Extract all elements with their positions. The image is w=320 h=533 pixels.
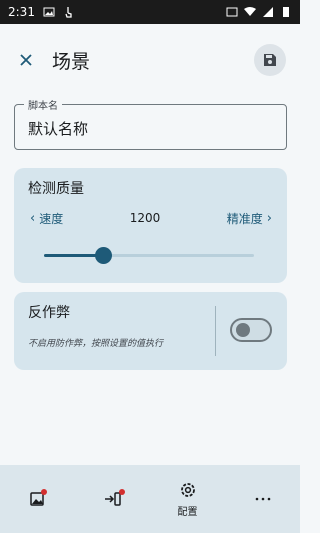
touch-status-icon bbox=[65, 7, 72, 18]
accuracy-button[interactable]: 精准度 › bbox=[227, 210, 276, 227]
status-time: 2:31 bbox=[8, 5, 35, 19]
speed-button[interactable]: ‹ 速度 bbox=[26, 210, 63, 227]
gear-icon bbox=[180, 482, 195, 497]
slider-thumb[interactable] bbox=[94, 247, 112, 264]
notification-badge bbox=[41, 489, 47, 495]
app-bar: 场景 bbox=[0, 24, 300, 96]
quality-title: 检测质量 bbox=[28, 181, 84, 197]
quality-value: 1200 bbox=[129, 211, 161, 225]
battery-status-icon bbox=[283, 7, 289, 17]
cast-status-icon bbox=[226, 7, 238, 17]
page-title: 场景 bbox=[52, 50, 91, 73]
accuracy-label: 精准度 bbox=[226, 211, 263, 226]
script-name-field[interactable]: 脚本名 默认名称 bbox=[14, 97, 287, 150]
anti-cheat-card: 反作弊 不启用防作弊，按照设置的值执行 bbox=[14, 292, 287, 370]
save-button[interactable] bbox=[254, 44, 286, 76]
wifi-status-icon bbox=[244, 7, 256, 16]
nav-item-more[interactable] bbox=[225, 465, 300, 533]
nav-item-image[interactable] bbox=[0, 465, 75, 533]
quality-card: 检测质量 ‹ 速度 1200 精准度 › bbox=[14, 168, 287, 283]
script-name-input[interactable]: 默认名称 bbox=[28, 118, 268, 139]
speed-label: 速度 bbox=[39, 211, 64, 226]
close-icon bbox=[20, 54, 32, 66]
script-name-label: 脚本名 bbox=[24, 97, 62, 112]
divider bbox=[215, 306, 216, 356]
chevron-left-icon: ‹ bbox=[30, 210, 36, 226]
chevron-right-icon: › bbox=[266, 210, 272, 226]
nav-label-config: 配置 bbox=[177, 506, 198, 518]
anti-cheat-title: 反作弊 bbox=[28, 305, 70, 321]
anti-cheat-toggle[interactable] bbox=[230, 318, 272, 342]
bottom-nav: 配置 bbox=[0, 465, 300, 533]
more-horizontal-icon bbox=[255, 497, 270, 501]
quality-slider[interactable] bbox=[44, 247, 254, 264]
close-button[interactable] bbox=[14, 48, 38, 72]
save-icon bbox=[264, 54, 276, 66]
quality-row: ‹ 速度 1200 精准度 › bbox=[26, 208, 276, 228]
notification-badge bbox=[119, 489, 125, 495]
toggle-knob bbox=[236, 323, 250, 337]
nav-item-config[interactable]: 配置 bbox=[150, 465, 225, 533]
nav-item-login[interactable] bbox=[75, 465, 150, 533]
anti-cheat-description: 不启用防作弊，按照设置的值执行 bbox=[28, 339, 164, 349]
image-status-icon bbox=[43, 7, 55, 17]
status-bar: 2:31 bbox=[0, 0, 300, 24]
signal-status-icon bbox=[263, 7, 273, 17]
